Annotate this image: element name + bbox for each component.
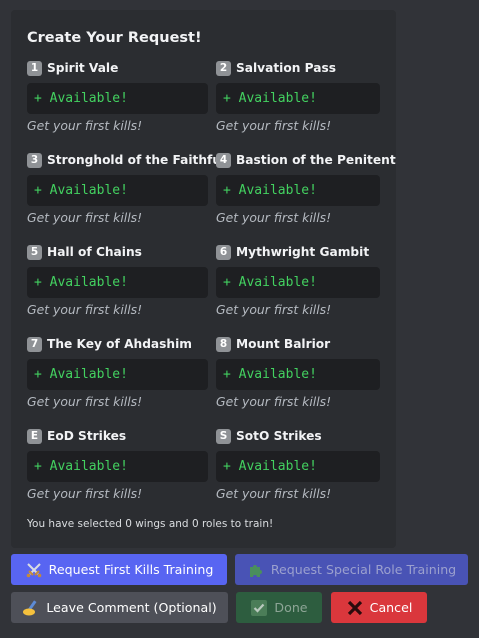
field-note: Get your first kills! (216, 302, 332, 317)
keycap-icon: 3 (27, 152, 42, 168)
field-title: Mount Balrior (236, 337, 331, 351)
field-title: Bastion of the Penitent (236, 153, 396, 167)
field-title: Spirit Vale (47, 61, 119, 75)
availability-code: + Available! (216, 359, 380, 390)
request-embed: Create Your Request! 1 Spirit Vale + Ava… (11, 10, 396, 548)
availability-code: + Available! (216, 451, 380, 482)
field-name: S SotO Strikes (216, 427, 401, 445)
field-mythwright-gambit: 6 Mythwright Gambit + Available! Get you… (216, 243, 401, 317)
field-name: 4 Bastion of the Penitent (216, 151, 401, 169)
check-mark-icon (250, 599, 268, 617)
button-label: Request First Kills Training (48, 562, 214, 577)
availability-code: + Available! (27, 175, 208, 206)
field-name: 8 Mount Balrior (216, 335, 401, 353)
keycap-icon: 7 (27, 336, 42, 352)
field-bastion: 4 Bastion of the Penitent + Available! G… (216, 151, 401, 225)
field-note: Get your first kills! (27, 486, 143, 501)
field-soto-strikes: S SotO Strikes + Available! Get your fir… (216, 427, 401, 501)
keycap-icon: 2 (216, 60, 231, 76)
field-title: Mythwright Gambit (236, 245, 370, 259)
field-name: 6 Mythwright Gambit (216, 243, 401, 261)
done-button[interactable]: Done (236, 592, 322, 623)
field-title: Hall of Chains (47, 245, 142, 259)
field-note: Get your first kills! (216, 394, 332, 409)
availability-code: + Available! (27, 83, 208, 114)
availability-code: + Available! (216, 267, 380, 298)
keycap-icon: E (27, 428, 42, 444)
request-special-role-button[interactable]: Request Special Role Training (235, 554, 468, 585)
crossed-swords-icon (25, 561, 43, 579)
keycap-icon: 1 (27, 60, 42, 76)
cross-mark-icon (346, 599, 364, 617)
field-note: Get your first kills! (27, 394, 143, 409)
field-note: Get your first kills! (216, 210, 332, 225)
leave-comment-button[interactable]: Leave Comment (Optional) (11, 592, 228, 623)
request-first-kills-button[interactable]: Request First Kills Training (11, 554, 227, 585)
field-mount-balrior: 8 Mount Balrior + Available! Get your fi… (216, 335, 401, 409)
availability-code: + Available! (27, 451, 208, 482)
keycap-icon: 4 (216, 152, 231, 168)
field-title: SotO Strikes (236, 429, 322, 443)
keycap-icon: 8 (216, 336, 231, 352)
field-name: 7 The Key of Ahdashim (27, 335, 212, 353)
button-label: Done (274, 600, 308, 615)
embed-title: Create Your Request! (27, 30, 202, 46)
field-note: Get your first kills! (27, 210, 143, 225)
puzzle-piece-icon (247, 561, 265, 579)
button-label: Leave Comment (Optional) (46, 600, 217, 615)
selection-summary: You have selected 0 wings and 0 roles to… (27, 518, 274, 530)
field-key-of-ahdashim: 7 The Key of Ahdashim + Available! Get y… (27, 335, 212, 409)
availability-code: + Available! (27, 359, 208, 390)
field-title: Stronghold of the Faithful (47, 153, 226, 167)
field-name: 2 Salvation Pass (216, 59, 401, 77)
field-salvation-pass: 2 Salvation Pass + Available! Get your f… (216, 59, 401, 133)
availability-code: + Available! (27, 267, 208, 298)
cancel-button[interactable]: Cancel (331, 592, 427, 623)
field-note: Get your first kills! (216, 118, 332, 133)
field-name: E EoD Strikes (27, 427, 212, 445)
field-name: 5 Hall of Chains (27, 243, 212, 261)
availability-code: + Available! (216, 175, 380, 206)
field-note: Get your first kills! (216, 486, 332, 501)
field-note: Get your first kills! (27, 302, 143, 317)
keycap-icon: 5 (27, 244, 42, 260)
field-note: Get your first kills! (27, 118, 143, 133)
keycap-icon: S (216, 428, 231, 444)
field-title: EoD Strikes (47, 429, 127, 443)
availability-code: + Available! (216, 83, 380, 114)
field-name: 3 Stronghold of the Faithful (27, 151, 225, 169)
button-label: Cancel (369, 600, 413, 615)
field-spirit-vale: 1 Spirit Vale + Available! Get your firs… (27, 59, 212, 133)
field-title: Salvation Pass (236, 61, 336, 75)
field-name: 1 Spirit Vale (27, 59, 212, 77)
field-eod-strikes: E EoD Strikes + Available! Get your firs… (27, 427, 212, 501)
writing-hand-icon (22, 599, 40, 617)
field-hall-of-chains: 5 Hall of Chains + Available! Get your f… (27, 243, 212, 317)
button-label: Request Special Role Training (270, 562, 457, 577)
field-stronghold: 3 Stronghold of the Faithful + Available… (27, 151, 225, 225)
field-title: The Key of Ahdashim (47, 337, 192, 351)
keycap-icon: 6 (216, 244, 231, 260)
